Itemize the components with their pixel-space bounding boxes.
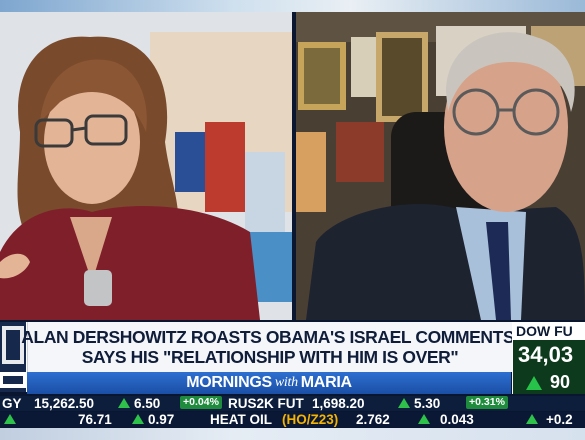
ticker-value: 1,698.20	[312, 396, 365, 411]
ticker-change: 5.30	[414, 396, 441, 411]
ticker-change: 0.043	[440, 412, 474, 427]
ticker-change: 0.97	[148, 412, 175, 427]
up-arrow-icon	[118, 398, 130, 408]
show-name-bar: MORNINGS with MARIA	[27, 372, 511, 394]
dow-futures-change: 90	[550, 372, 571, 392]
top-border	[0, 0, 585, 12]
up-arrow-icon	[526, 376, 542, 390]
guest-illustration	[296, 12, 585, 320]
ticker-value: 76.71	[78, 412, 112, 427]
ticker-row-2: 76.71 0.97 HEAT OIL (HO/Z23) 2.762 0.043…	[0, 412, 585, 427]
bottom-border	[0, 428, 585, 440]
show-name-with: with	[274, 375, 298, 390]
ticker-change: 6.50	[134, 396, 161, 411]
ticker-row-1: GY 15,262.50 6.50 +0.04% RUS2K FUT 1,698…	[0, 396, 585, 411]
ticker-change: +0.2	[546, 412, 573, 427]
up-arrow-icon	[4, 414, 16, 424]
show-name-part-1: MORNINGS	[186, 374, 272, 391]
up-arrow-icon	[526, 414, 538, 424]
host-illustration	[0, 12, 292, 320]
ticker-symbol: RUS2K FUT	[228, 396, 304, 411]
up-arrow-icon	[132, 414, 144, 424]
left-video-feed	[0, 12, 292, 320]
up-arrow-icon	[418, 414, 430, 424]
headline-line-2: SAYS HIS "RELATIONSHIP WITH HIM IS OVER"	[81, 347, 459, 367]
ticker-symbol: GY	[2, 396, 22, 411]
headline-line-1: ALAN DERSHOWITZ ROASTS OBAMA'S ISRAEL CO…	[21, 327, 519, 347]
ticker-contract: (HO/Z23)	[282, 412, 339, 427]
ticker-percent-badge: +0.04%	[180, 396, 222, 409]
ticker-value: 2.762	[356, 412, 390, 427]
show-name-part-2: MARIA	[300, 374, 352, 391]
ticker-percent-badge: +0.31%	[466, 396, 508, 409]
right-video-feed	[296, 12, 585, 320]
headline-box: ALAN DERSHOWITZ ROASTS OBAMA'S ISRAEL CO…	[21, 322, 519, 372]
dow-futures-value: 34,03	[518, 342, 574, 367]
ticker-symbol: HEAT OIL	[210, 412, 272, 427]
ticker-value: 15,262.50	[34, 396, 95, 411]
up-arrow-icon	[398, 398, 410, 408]
dow-futures-label: DOW FU	[512, 322, 585, 340]
